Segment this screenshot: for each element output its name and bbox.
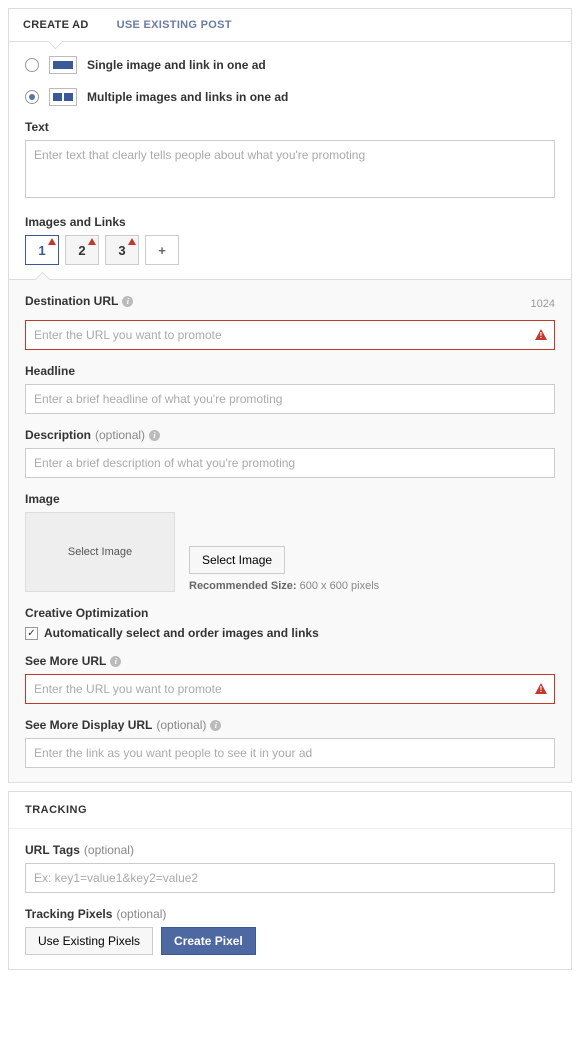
tracking-header: TRACKING	[9, 792, 571, 829]
ad-source-tabs: CREATE AD USE EXISTING POST	[9, 9, 571, 42]
image-tab-3[interactable]: 3	[105, 235, 139, 265]
error-icon	[535, 683, 547, 694]
tab-create-ad[interactable]: CREATE AD	[9, 9, 103, 41]
headline-label: Headline	[25, 364, 555, 378]
image-label: Image	[25, 492, 555, 506]
see-more-url-label: See More URL i	[25, 654, 555, 668]
tracking-pixels-label: Tracking Pixels (optional)	[25, 907, 555, 921]
select-image-button[interactable]: Select Image	[189, 546, 285, 574]
auto-optimize-row[interactable]: ✓ Automatically select and order images …	[25, 626, 555, 640]
info-icon[interactable]: i	[210, 720, 221, 731]
single-image-thumb	[49, 56, 77, 74]
warning-icon	[48, 238, 56, 245]
see-more-display-url-input[interactable]	[25, 738, 555, 768]
info-icon[interactable]: i	[122, 296, 133, 307]
format-single-label: Single image and link in one ad	[87, 58, 266, 72]
multi-image-thumb	[49, 88, 77, 106]
add-image-tab[interactable]: +	[145, 235, 179, 265]
see-more-url-input[interactable]	[25, 674, 555, 704]
description-input[interactable]	[25, 448, 555, 478]
warning-icon	[88, 238, 96, 245]
image-tab-1[interactable]: 1	[25, 235, 59, 265]
info-icon[interactable]: i	[149, 430, 160, 441]
create-pixel-button[interactable]: Create Pixel	[161, 927, 256, 955]
create-ad-panel: CREATE AD USE EXISTING POST Single image…	[8, 8, 572, 783]
url-tags-input[interactable]	[25, 863, 555, 893]
format-section: Single image and link in one ad Multiple…	[9, 42, 571, 279]
headline-input[interactable]	[25, 384, 555, 414]
format-multi-label: Multiple images and links in one ad	[87, 90, 288, 104]
creative-optimization-label: Creative Optimization	[25, 606, 555, 620]
info-icon[interactable]: i	[110, 656, 121, 667]
radio-single[interactable]	[25, 58, 39, 72]
text-label: Text	[25, 120, 555, 134]
image-link-tabs: 1 2 3 +	[25, 235, 555, 265]
destination-url-input[interactable]	[25, 320, 555, 350]
format-single-option[interactable]: Single image and link in one ad	[25, 56, 555, 74]
tracking-panel: TRACKING URL Tags (optional) Tracking Pi…	[8, 791, 572, 970]
destination-url-counter: 1024	[531, 298, 555, 310]
see-more-display-url-label: See More Display URL (optional) i	[25, 718, 555, 732]
error-icon	[535, 329, 547, 340]
destination-url-label: Destination URL i	[25, 294, 133, 308]
ad-text-input[interactable]	[25, 140, 555, 198]
tab-use-existing-post[interactable]: USE EXISTING POST	[103, 9, 246, 41]
recommended-size: Recommended Size: 600 x 600 pixels	[189, 580, 379, 592]
image-dropzone[interactable]: Select Image	[25, 512, 175, 592]
auto-optimize-checkbox[interactable]: ✓	[25, 627, 38, 640]
description-label: Description (optional) i	[25, 428, 555, 442]
url-tags-label: URL Tags (optional)	[25, 843, 555, 857]
auto-optimize-label: Automatically select and order images an…	[44, 626, 319, 640]
use-existing-pixels-button[interactable]: Use Existing Pixels	[25, 927, 153, 955]
radio-multi[interactable]	[25, 90, 39, 104]
images-links-label: Images and Links	[25, 215, 555, 229]
format-multi-option[interactable]: Multiple images and links in one ad	[25, 88, 555, 106]
image-tab-2[interactable]: 2	[65, 235, 99, 265]
warning-icon	[128, 238, 136, 245]
image-link-detail: Destination URL i 1024 Headline Descript…	[9, 279, 571, 782]
